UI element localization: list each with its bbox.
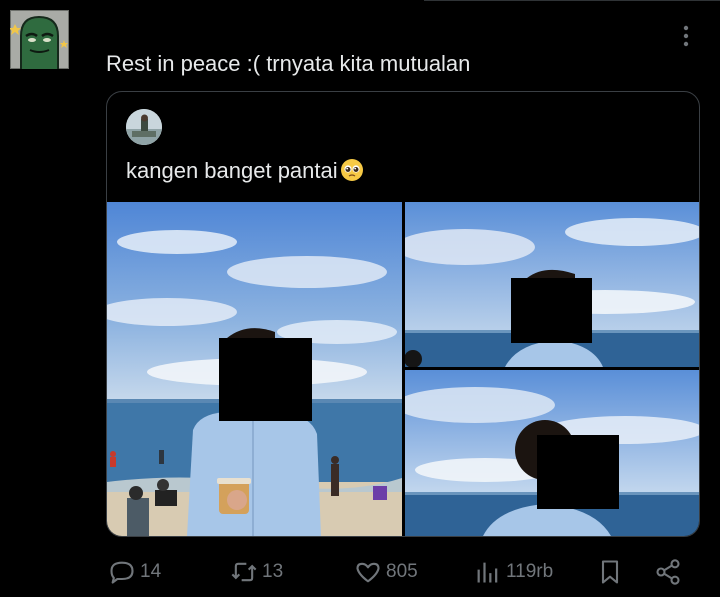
photo-grid bbox=[107, 202, 699, 536]
share-button[interactable] bbox=[654, 550, 682, 594]
like-button[interactable]: 805 bbox=[354, 550, 418, 594]
bookmark-button[interactable] bbox=[596, 550, 624, 594]
repost-button[interactable]: 13 bbox=[230, 550, 283, 594]
quoted-avatar[interactable] bbox=[126, 109, 162, 145]
quoted-tweet-card[interactable]: kangen banget pantai bbox=[106, 91, 700, 537]
bookmark-icon bbox=[601, 560, 619, 584]
beach-photo-standing-man[interactable] bbox=[107, 202, 402, 536]
views-button[interactable]: 119rb bbox=[474, 550, 553, 594]
quoted-text-content: kangen banget pantai bbox=[126, 158, 338, 183]
action-bar: 14 13 805 119rb bbox=[0, 550, 720, 594]
views-count: 119rb bbox=[506, 561, 554, 582]
quoted-text: kangen banget pantai bbox=[126, 158, 364, 184]
repost-count: 13 bbox=[262, 561, 284, 582]
beach-photo-head[interactable] bbox=[405, 370, 699, 536]
green-cartoon-avatar-icon bbox=[10, 10, 69, 69]
avatar[interactable] bbox=[10, 10, 69, 69]
reply-button[interactable]: 14 bbox=[108, 550, 161, 594]
share-icon bbox=[656, 559, 680, 585]
tweet-text: Rest in peace :( trnyata kita mutualan bbox=[106, 51, 471, 76]
views-icon bbox=[477, 562, 498, 583]
heart-icon bbox=[356, 562, 380, 583]
top-divider bbox=[424, 0, 720, 1]
beach-photo-avatar-icon bbox=[126, 109, 162, 145]
beach-photo-shoulders[interactable] bbox=[405, 202, 699, 367]
more-options-button[interactable] bbox=[676, 24, 696, 48]
reply-icon bbox=[110, 561, 134, 584]
like-count: 805 bbox=[386, 561, 418, 582]
pleading-face-emoji-icon bbox=[340, 159, 363, 181]
more-vertical-icon bbox=[683, 25, 689, 47]
reply-count: 14 bbox=[140, 561, 162, 582]
repost-icon bbox=[231, 562, 257, 582]
